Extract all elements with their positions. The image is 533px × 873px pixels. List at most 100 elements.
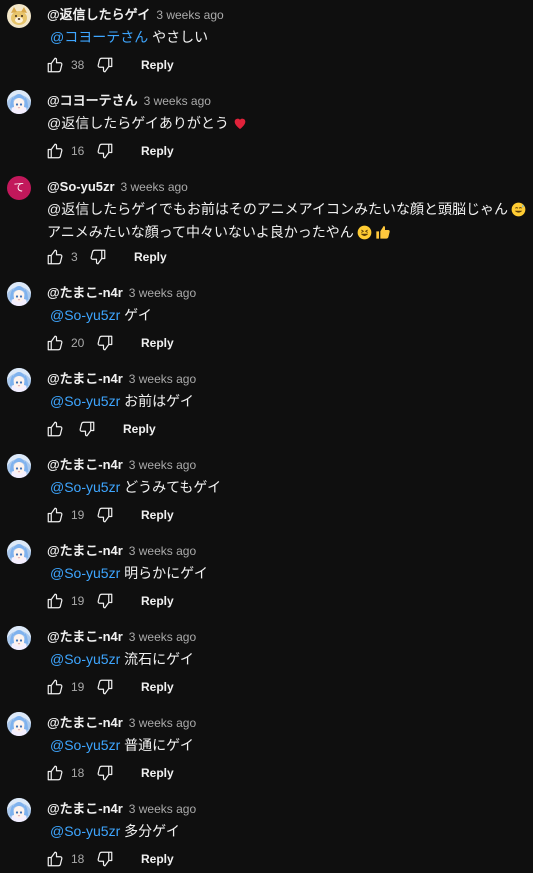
reply-button[interactable]: Reply <box>141 58 174 72</box>
comment-text: @So-yu5zr 多分ゲイ <box>47 821 529 841</box>
mention-link[interactable]: @コヨーテさん <box>50 29 148 45</box>
comment-text: @So-yu5zr 流石にゲイ <box>47 649 529 669</box>
dislike-icon[interactable] <box>96 678 114 696</box>
avatar[interactable] <box>7 540 31 564</box>
like-count: 18 <box>71 766 85 780</box>
timestamp[interactable]: 3 weeks ago <box>129 630 196 644</box>
comment-text: @So-yu5zr お前はゲイ <box>47 391 529 411</box>
avatar[interactable] <box>7 626 31 650</box>
author-name[interactable]: @たまこ-n4r <box>47 629 123 644</box>
comment-header: @So-yu5zr 3 weeks ago <box>47 178 188 195</box>
author-name[interactable]: @たまこ-n4r <box>47 457 123 472</box>
dislike-icon[interactable] <box>78 420 96 438</box>
like-icon[interactable] <box>46 142 64 160</box>
timestamp[interactable]: 3 weeks ago <box>144 94 211 108</box>
dislike-icon[interactable] <box>96 592 114 610</box>
comment-actions: 19 Reply <box>46 503 174 527</box>
reply-button[interactable]: Reply <box>141 852 174 866</box>
comment-text: @So-yu5zr ゲイ <box>47 305 529 325</box>
reply-button[interactable]: Reply <box>141 594 174 608</box>
author-name[interactable]: @たまこ-n4r <box>47 285 123 300</box>
comment-actions: 19 Reply <box>46 675 174 699</box>
mention-link[interactable]: @So-yu5zr <box>50 565 120 581</box>
comment-actions: 16 Reply <box>46 139 174 163</box>
sweat-smile-emoji-icon <box>511 202 526 222</box>
dislike-icon[interactable] <box>96 334 114 352</box>
comment-header: @たまこ-n4r 3 weeks ago <box>47 542 196 559</box>
reply-button[interactable]: Reply <box>141 508 174 522</box>
like-icon[interactable] <box>46 850 64 868</box>
like-icon[interactable] <box>46 506 64 524</box>
comment-actions: 3 Reply <box>46 245 167 269</box>
comment-actions: 20 Reply <box>46 331 174 355</box>
author-name[interactable]: @たまこ-n4r <box>47 801 123 816</box>
comment-actions: 18 Reply <box>46 847 174 871</box>
like-icon[interactable] <box>46 678 64 696</box>
like-icon[interactable] <box>46 592 64 610</box>
timestamp[interactable]: 3 weeks ago <box>129 372 196 386</box>
comment-body-text: @返信したらゲイありがとう <box>47 115 229 131</box>
comment-body-text: 明らかにゲイ <box>124 565 208 581</box>
avatar[interactable] <box>7 798 31 822</box>
author-name[interactable]: @返信したらゲイ <box>47 7 150 22</box>
mention-link[interactable]: @So-yu5zr <box>50 393 120 409</box>
avatar[interactable] <box>7 90 31 114</box>
author-name[interactable]: @So-yu5zr <box>47 179 115 194</box>
comment-body-text-line2: アニメみたいな顔って中々いないよ良かったやん <box>47 224 354 240</box>
mention-link[interactable]: @So-yu5zr <box>50 737 120 753</box>
timestamp[interactable]: 3 weeks ago <box>129 544 196 558</box>
author-name[interactable]: @たまこ-n4r <box>47 371 123 386</box>
dislike-icon[interactable] <box>96 142 114 160</box>
timestamp[interactable]: 3 weeks ago <box>156 8 223 22</box>
avatar[interactable] <box>7 454 31 478</box>
like-count: 19 <box>71 680 85 694</box>
mention-link[interactable]: @So-yu5zr <box>50 479 120 495</box>
dislike-icon[interactable] <box>96 764 114 782</box>
comment-header: @返信したらゲイ 3 weeks ago <box>47 6 224 23</box>
timestamp[interactable]: 3 weeks ago <box>129 716 196 730</box>
comment-header: @たまこ-n4r 3 weeks ago <box>47 714 196 731</box>
comment-body-text: どうみてもゲイ <box>124 479 222 495</box>
reply-button[interactable]: Reply <box>134 250 167 264</box>
avatar[interactable]: て <box>7 176 31 200</box>
like-icon[interactable] <box>46 334 64 352</box>
heart-icon <box>232 115 248 136</box>
like-icon[interactable] <box>46 764 64 782</box>
author-name[interactable]: @たまこ-n4r <box>47 715 123 730</box>
avatar[interactable] <box>7 282 31 306</box>
dislike-icon[interactable] <box>96 506 114 524</box>
dislike-icon[interactable] <box>89 248 107 266</box>
like-icon[interactable] <box>46 56 64 74</box>
like-icon[interactable] <box>46 248 64 266</box>
dislike-icon[interactable] <box>96 850 114 868</box>
mention-link[interactable]: @So-yu5zr <box>50 651 120 667</box>
comment-text: @So-yu5zr どうみてもゲイ <box>47 477 529 497</box>
reply-button[interactable]: Reply <box>141 336 174 350</box>
timestamp[interactable]: 3 weeks ago <box>129 286 196 300</box>
comment-text: @返信したらゲイありがとう <box>47 113 529 136</box>
timestamp[interactable]: 3 weeks ago <box>129 458 196 472</box>
avatar[interactable] <box>7 712 31 736</box>
avatar[interactable] <box>7 4 31 28</box>
author-name[interactable]: @コヨーテさん <box>47 93 138 108</box>
like-count: 3 <box>71 250 78 264</box>
reply-button[interactable]: Reply <box>141 144 174 158</box>
comment-body-text: やさしい <box>152 29 209 45</box>
timestamp[interactable]: 3 weeks ago <box>129 802 196 816</box>
reply-button[interactable]: Reply <box>141 766 174 780</box>
reply-button[interactable]: Reply <box>123 422 156 436</box>
author-name[interactable]: @たまこ-n4r <box>47 543 123 558</box>
timestamp[interactable]: 3 weeks ago <box>120 180 187 194</box>
like-count: 20 <box>71 336 85 350</box>
like-count: 19 <box>71 594 85 608</box>
mention-link[interactable]: @So-yu5zr <box>50 307 120 323</box>
avatar[interactable] <box>7 368 31 392</box>
comment-body-text: 普通にゲイ <box>124 737 194 753</box>
reply-button[interactable]: Reply <box>141 680 174 694</box>
mention-link[interactable]: @So-yu5zr <box>50 823 120 839</box>
like-icon[interactable] <box>46 420 64 438</box>
dislike-icon[interactable] <box>96 56 114 74</box>
thumbs-up-emoji-icon <box>375 224 391 245</box>
comment-text: @So-yu5zr 明らかにゲイ <box>47 563 529 583</box>
comment-text: @返信したらゲイでもお前はそのアニメアイコンみたいな顔と頭脳じゃん アニメみたい… <box>47 199 529 245</box>
